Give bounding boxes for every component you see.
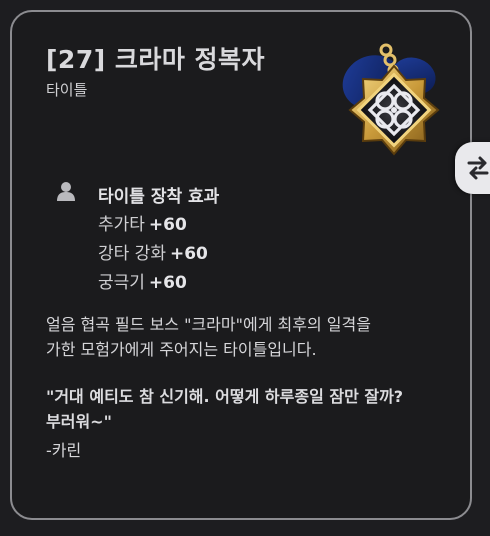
title-name: [27] 크라마 정복자 [46, 45, 266, 74]
quote-line: "거대 예티도 참 신기해. 어떻게 하루종일 잠만 잘까? [46, 387, 404, 406]
stat-value: +60 [169, 244, 208, 264]
description-line: 얼음 협곡 필드 보스 "크라마"에게 최후의 일격을 [46, 315, 371, 334]
stat-label: 추가타 [98, 215, 145, 235]
effect-header: 타이틀 장착 효과 [98, 187, 220, 207]
stat-line: 강타 강화 +60 [98, 239, 208, 264]
page: [27] 크라마 정복자 타이틀 타이틀 장착 효과 추가타 +60 강타 강화… [0, 0, 490, 536]
swap-button[interactable] [455, 142, 490, 194]
person-icon [56, 181, 76, 201]
description-line: 가한 모험가에게 주어지는 타이틀입니다. [46, 340, 317, 359]
stat-label: 강타 강화 [98, 244, 166, 264]
stat-value: +60 [148, 273, 187, 293]
medal-icon [332, 42, 450, 160]
title-category: 타이틀 [46, 81, 88, 99]
swap-arrows-icon [467, 156, 489, 180]
quote-signature: -카린 [46, 441, 82, 460]
stat-line: 추가타 +60 [98, 210, 187, 235]
quote-line: 부러워~" [46, 412, 112, 431]
stat-value: +60 [148, 215, 187, 235]
stat-line: 궁극기 +60 [98, 268, 187, 293]
stat-label: 궁극기 [98, 273, 145, 293]
